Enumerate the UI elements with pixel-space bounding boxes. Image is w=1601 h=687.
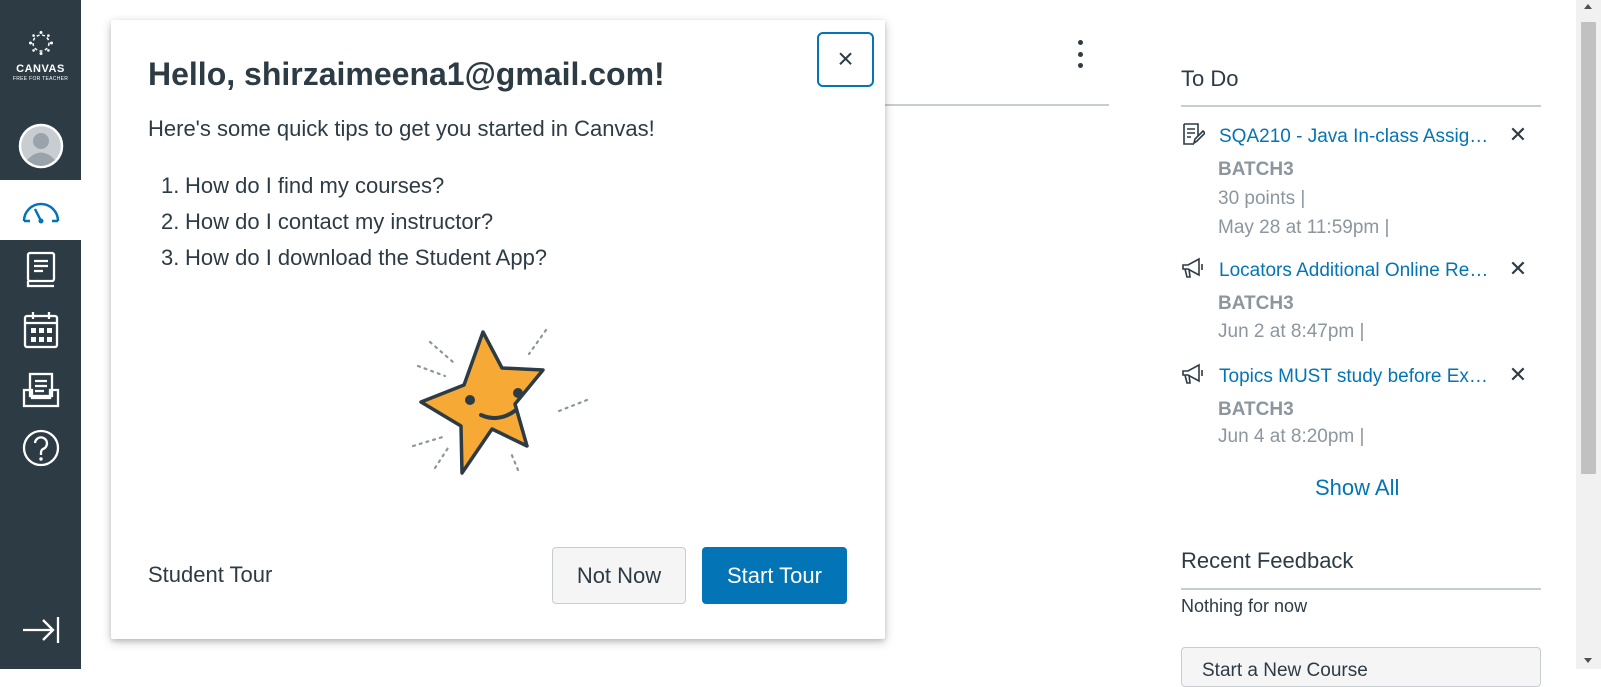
close-dialog-button[interactable]: × xyxy=(817,32,874,87)
announcement-icon xyxy=(1182,257,1203,278)
avatar-icon xyxy=(18,123,63,169)
dashboard-header-divider xyxy=(881,104,1109,106)
collapse-nav-button[interactable] xyxy=(0,605,81,655)
todo-item-due: Jun 2 at 8:47pm | xyxy=(1218,321,1365,342)
tip-item: 2. How do I contact my instructor? xyxy=(161,204,547,240)
nav-item-courses[interactable] xyxy=(0,240,81,300)
collapse-nav-icon xyxy=(22,617,59,643)
todo-divider xyxy=(1181,105,1541,107)
student-tour-label: Student Tour xyxy=(148,562,273,587)
nav-item-inbox[interactable] xyxy=(0,360,81,420)
todo-item-due: Jun 4 at 8:20pm | xyxy=(1218,426,1365,447)
help-icon xyxy=(22,429,59,467)
tip-number: 3. xyxy=(161,245,180,270)
assignment-icon xyxy=(1183,123,1205,145)
tips-list: 1. How do I find my courses? 2. How do I c… xyxy=(161,168,548,276)
todo-item: Topics MUST study before Exam ✕ BATCH3 J… xyxy=(1181,362,1541,452)
scroll-up-arrow-icon[interactable] xyxy=(1584,4,1592,9)
nav-item-help[interactable] xyxy=(0,418,81,478)
nav-item-calendar[interactable] xyxy=(0,300,81,360)
dashboard-options-button[interactable] xyxy=(1072,38,1088,70)
kebab-dot xyxy=(1077,63,1083,68)
courses-icon xyxy=(26,251,55,288)
dismiss-todo-button[interactable]: ✕ xyxy=(1507,124,1529,146)
announcement-icon xyxy=(1182,363,1203,384)
todo-item-points: 30 points | xyxy=(1218,188,1306,209)
start-new-course-button[interactable]: Start a New Course xyxy=(1181,647,1541,687)
todo-heading: To Do xyxy=(1181,66,1239,91)
start-tour-button[interactable]: Start Tour xyxy=(702,547,847,604)
logo-subtitle: FREE FOR TEACHER xyxy=(12,76,69,82)
tip-number: 2. xyxy=(161,209,180,234)
recent-feedback-divider xyxy=(1181,588,1541,590)
welcome-tour-dialog: × Hello, shirzaimeena1@gmail.com! Here's… xyxy=(111,20,885,639)
canvas-logo-icon xyxy=(28,31,53,55)
dialog-intro: Here's some quick tips to get you starte… xyxy=(148,116,655,141)
todo-item-course: BATCH3 xyxy=(1218,293,1294,314)
todo-item-link[interactable]: Locators Additional Online Resources xyxy=(1219,260,1489,282)
tip-text: How do I contact my instructor? xyxy=(185,209,494,234)
todo-item-course: BATCH3 xyxy=(1218,159,1294,180)
tip-text: How do I find my courses? xyxy=(185,173,445,198)
scrollbar-thumb[interactable] xyxy=(1581,22,1596,474)
nav-item-account[interactable] xyxy=(0,116,81,176)
todo-item: Locators Additional Online Resources ✕ B… xyxy=(1181,256,1541,346)
todo-item-due: May 28 at 11:59pm | xyxy=(1218,217,1390,238)
tip-item: 1. How do I find my courses? xyxy=(161,168,547,204)
todo-item: SQA210 - Java In-class Assignment ✕ BATC… xyxy=(1181,122,1541,242)
show-all-link[interactable]: Show All xyxy=(1315,475,1399,501)
not-now-button[interactable]: Not Now xyxy=(552,547,686,604)
dismiss-todo-button[interactable]: ✕ xyxy=(1507,258,1529,280)
smiling-star-icon xyxy=(411,328,589,475)
inbox-icon xyxy=(22,372,59,408)
recent-feedback-empty: Nothing for now xyxy=(1181,596,1308,616)
kebab-dot xyxy=(1077,40,1083,45)
tip-item: 3. How do I download the Student App? xyxy=(161,240,548,276)
logo-wordmark: CANVAS xyxy=(16,63,65,75)
calendar-icon xyxy=(23,312,58,349)
recent-feedback-heading: Recent Feedback xyxy=(1181,548,1354,573)
nav-item-dashboard[interactable] xyxy=(0,180,81,240)
global-nav: CANVAS FREE FOR TEACHER xyxy=(0,0,81,669)
dialog-title: Hello, shirzaimeena1@gmail.com! xyxy=(148,56,665,92)
kebab-dot xyxy=(1077,51,1083,57)
tip-number: 1. xyxy=(161,173,180,198)
canvas-logo[interactable]: CANVAS FREE FOR TEACHER xyxy=(0,30,81,90)
tip-text: How do I download the Student App? xyxy=(185,245,548,270)
dashboard-icon xyxy=(22,202,59,224)
page-scrollbar[interactable] xyxy=(1576,0,1601,669)
dismiss-todo-button[interactable]: ✕ xyxy=(1507,364,1529,386)
todo-item-link[interactable]: Topics MUST study before Exam xyxy=(1219,366,1489,388)
todo-item-course: BATCH3 xyxy=(1218,399,1294,420)
todo-item-link[interactable]: SQA210 - Java In-class Assignment xyxy=(1219,126,1489,148)
scroll-down-arrow-icon[interactable] xyxy=(1584,658,1592,663)
